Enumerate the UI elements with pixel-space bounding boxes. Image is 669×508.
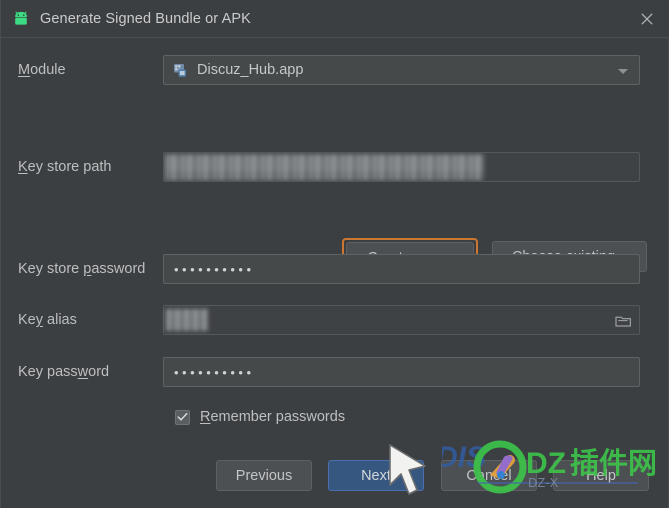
dialog-title: Generate Signed Bundle or APK (40, 10, 251, 27)
module-combobox[interactable]: Discuz_Hub.app (163, 55, 640, 85)
redacted-alias-value (166, 309, 208, 331)
key-password-input[interactable]: •••••••••• (163, 357, 640, 387)
key-alias-row: Key alias (1, 305, 669, 335)
remember-passwords-checkbox[interactable] (175, 409, 190, 425)
generate-signed-bundle-dialog: Generate Signed Bundle or APK Module Dis… (0, 0, 669, 508)
android-module-icon (174, 63, 186, 77)
key-password-value: •••••••••• (174, 364, 255, 380)
dialog-button-bar: Previous Next Cancel Help (1, 452, 669, 508)
module-label: Module (18, 62, 66, 78)
remember-passwords-label: Remember passwords (200, 409, 346, 425)
key-store-path-label: Key store path (18, 159, 112, 175)
key-alias-label: Key alias (18, 312, 77, 328)
module-row: Module Discuz_Hub.app (1, 55, 669, 85)
next-button[interactable]: Next (328, 460, 424, 491)
cancel-button[interactable]: Cancel (441, 460, 537, 491)
key-store-password-input[interactable]: •••••••••• (163, 254, 640, 284)
key-password-row: Key password •••••••••• (1, 357, 669, 387)
key-password-label: Key password (18, 364, 110, 380)
key-store-password-row: Key store password •••••••••• (1, 254, 669, 284)
previous-button[interactable]: Previous (216, 460, 312, 491)
key-store-password-label: Key store password (18, 261, 146, 277)
folder-icon[interactable] (613, 311, 633, 330)
key-alias-input[interactable] (163, 305, 640, 335)
checkmark-icon (177, 412, 188, 421)
dialog-titlebar: Generate Signed Bundle or APK (1, 0, 669, 38)
help-button[interactable]: Help (553, 460, 649, 491)
close-icon[interactable] (636, 8, 658, 30)
key-store-path-input[interactable] (163, 152, 640, 182)
redacted-path-value (165, 154, 484, 181)
key-store-password-value: •••••••••• (174, 261, 255, 277)
remember-passwords-row[interactable]: Remember passwords (175, 409, 345, 425)
android-robot-icon (15, 11, 27, 25)
module-value: Discuz_Hub.app (197, 62, 304, 78)
chevron-down-icon[interactable] (618, 69, 628, 74)
key-store-path-row: Key store path (1, 152, 669, 182)
